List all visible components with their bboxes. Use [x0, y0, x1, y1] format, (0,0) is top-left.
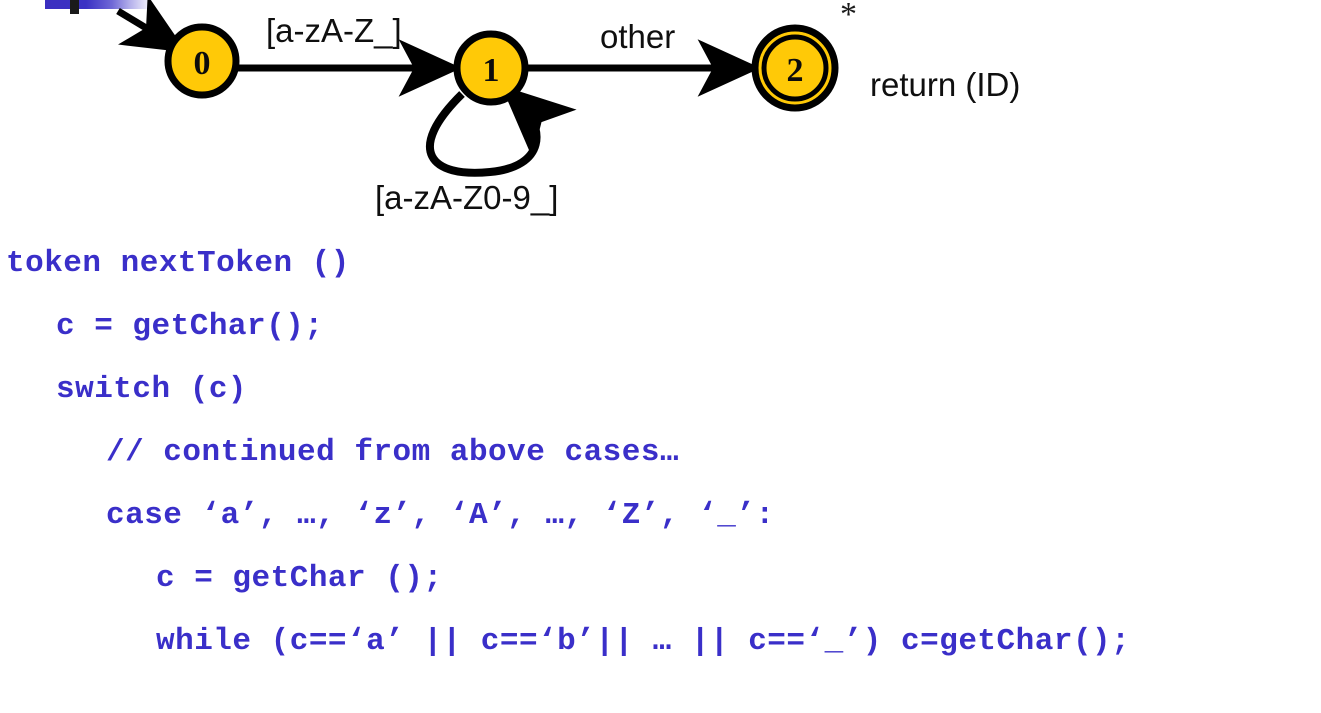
code-line: case ‘a’, …, ‘z’, ‘A’, …, ‘Z’, ‘_’: [106, 498, 775, 533]
code-line: while (c==‘a’ || c==‘b’|| … || c==‘_’) c… [156, 624, 1131, 659]
state-2-label: 2 [787, 52, 804, 89]
code-line: c = getChar (); [156, 561, 443, 596]
code-line: switch (c) [56, 372, 248, 407]
transition-label-self-loop: [a-zA-Z0-9_] [375, 179, 558, 216]
state-1-label: 1 [483, 52, 500, 89]
code-line: token nextToken () [6, 246, 350, 281]
state-node-2[interactable]: 2 [751, 24, 839, 112]
state-node-1[interactable]: 1 [453, 30, 529, 106]
transition-label-1-to-2: other [600, 18, 675, 55]
state-node-0[interactable]: 0 [164, 23, 240, 99]
state-0-label: 0 [194, 45, 211, 82]
code-line: // continued from above cases… [106, 435, 680, 470]
state-diagram: 0 1 2 [a-zA-Z_] other [a-zA-Z0-9_] * ret… [0, 0, 1321, 225]
accept-action-label: return (ID) [870, 66, 1020, 103]
accepting-state-asterisk: * [840, 0, 857, 33]
transition-1-self-loop [426, 85, 577, 177]
transition-label-0-to-1: [a-zA-Z_] [266, 12, 402, 49]
code-listing: token nextToken () c = getChar(); switch… [0, 232, 1321, 673]
start-arrow [116, 0, 187, 53]
code-line: c = getChar(); [56, 309, 324, 344]
